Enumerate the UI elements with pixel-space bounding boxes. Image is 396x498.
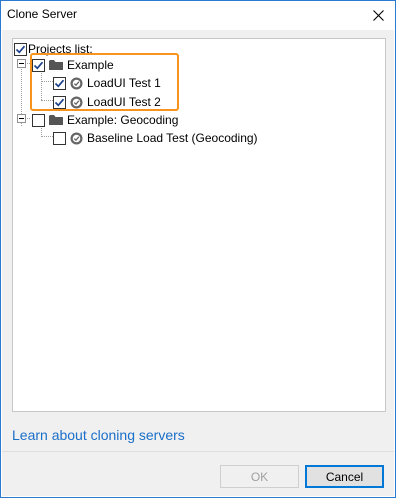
load-test-icon [70, 132, 83, 144]
project-node-geocoding[interactable]: Example: Geocoding [32, 111, 178, 129]
test-label: Baseline Load Test (Geocoding) [87, 131, 258, 145]
tree-line [41, 136, 53, 137]
test-checkbox[interactable] [53, 131, 66, 145]
ok-button[interactable]: OK [220, 465, 299, 488]
close-icon [372, 9, 384, 21]
cancel-button[interactable]: Cancel [305, 465, 384, 488]
collapse-geocoding-toggle[interactable] [17, 114, 26, 123]
test-node-baseline[interactable]: Baseline Load Test (Geocoding) [53, 129, 258, 147]
button-bar: OK Cancel [2, 451, 394, 496]
project-label: Example [67, 58, 114, 72]
close-button[interactable] [361, 1, 395, 29]
test-label: LoadUI Test 1 [87, 76, 161, 90]
project-label: Example: Geocoding [67, 113, 179, 127]
tree-line [41, 100, 53, 101]
test-checkbox[interactable] [53, 76, 66, 90]
test-checkbox[interactable] [53, 95, 66, 109]
checkmark-icon [15, 45, 26, 54]
load-test-icon [70, 77, 83, 89]
projects-tree[interactable]: Projects list: Example LoadUI Test 1 Loa… [12, 38, 386, 412]
checkmark-icon [54, 79, 65, 88]
test-node-loadui-2[interactable]: LoadUI Test 2 [53, 93, 161, 111]
window-title: Clone Server [7, 7, 78, 21]
project-node-example[interactable]: Example [32, 56, 114, 74]
folder-icon [49, 115, 63, 125]
test-label: LoadUI Test 2 [87, 95, 161, 109]
title-bar: Clone Server [1, 1, 395, 30]
tree-root-label: Projects list: [28, 42, 93, 56]
tree-line [41, 81, 53, 82]
checkmark-icon [33, 61, 44, 70]
folder-icon [49, 60, 63, 70]
load-test-icon [70, 96, 83, 108]
dialog-body: Projects list: Example LoadUI Test 1 Loa… [2, 30, 394, 496]
checkmark-icon [54, 98, 65, 107]
project-checkbox[interactable] [32, 58, 45, 72]
project-checkbox[interactable] [32, 113, 45, 127]
root-checkbox[interactable] [14, 42, 27, 56]
learn-cloning-link[interactable]: Learn about cloning servers [12, 427, 185, 443]
clone-server-dialog: Clone Server Projects list: Example Load… [0, 0, 396, 498]
test-node-loadui-1[interactable]: LoadUI Test 1 [53, 74, 161, 92]
collapse-example-toggle[interactable] [17, 59, 26, 68]
